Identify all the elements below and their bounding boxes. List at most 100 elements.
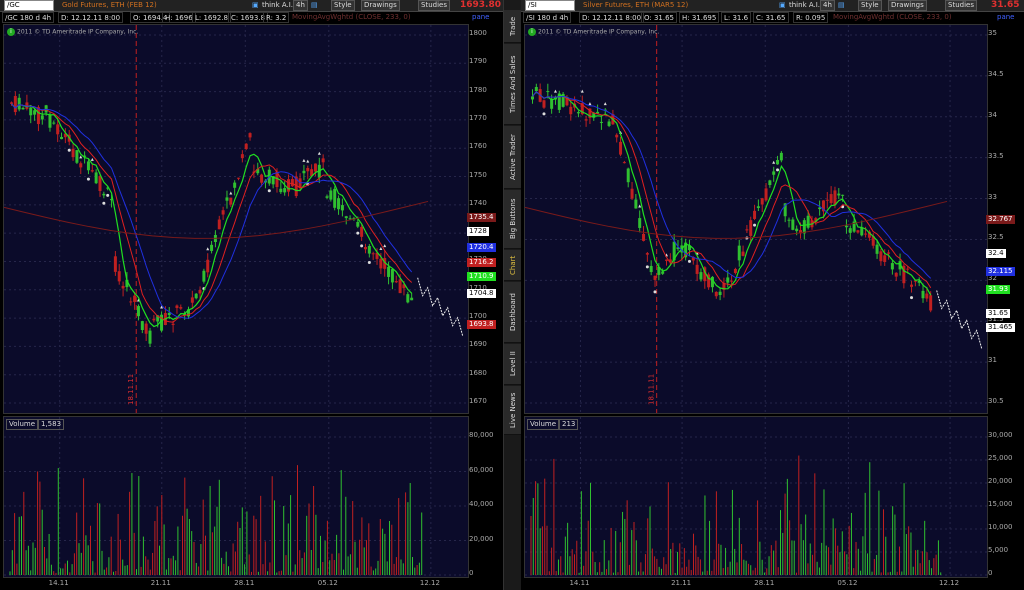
candle bbox=[825, 199, 829, 201]
candle bbox=[75, 150, 79, 163]
gold-price-chart[interactable]: 18.11.11 i 2011 © TD Ameritrade IP Compan… bbox=[3, 24, 469, 414]
side-tab-big-buttons[interactable]: Big Buttons bbox=[504, 190, 522, 249]
silver-pane-label[interactable]: pane bbox=[995, 12, 1016, 21]
candle bbox=[190, 297, 194, 303]
candle bbox=[906, 268, 910, 270]
silver-volume-chart[interactable]: Volume 213 bbox=[524, 416, 988, 578]
gold-study-label: MovingAvgWghtd (CLOSE, 233, 0) bbox=[292, 13, 411, 21]
candle bbox=[829, 194, 833, 204]
silver-style-button[interactable]: Style bbox=[858, 0, 882, 11]
side-tab-dashboard[interactable]: Dashboard bbox=[504, 282, 522, 343]
green-info-icon: i bbox=[528, 28, 536, 36]
gold-instrument-name: Gold Futures, ETH (FEB 12) bbox=[62, 1, 157, 9]
volume-tick-label: 15,000 bbox=[988, 500, 1013, 508]
gold-volume-value: 1,583 bbox=[38, 419, 65, 430]
candle bbox=[136, 306, 140, 317]
silver-drawings-button[interactable]: Drawings bbox=[888, 0, 927, 11]
gold-studies-button[interactable]: Studies bbox=[418, 0, 450, 11]
swing-low-dot bbox=[267, 189, 271, 193]
gold-timeframe-button[interactable]: 4h bbox=[293, 0, 308, 11]
date-tick-label: 28.11 bbox=[754, 579, 775, 587]
candle bbox=[283, 188, 287, 193]
candle bbox=[768, 180, 772, 186]
red-moving-average bbox=[11, 103, 413, 323]
chart-type-icon[interactable]: ▤ bbox=[838, 0, 845, 11]
gold-toolbar: /GC Gold Futures, ETH (FEB 12) ▣ think A… bbox=[0, 0, 503, 12]
gold-pane-label[interactable]: pane bbox=[470, 12, 491, 21]
swing-high-arrow bbox=[772, 160, 776, 164]
candle bbox=[806, 215, 810, 228]
candle bbox=[306, 167, 310, 172]
silver-info-bar: /SI 180 d 4h D: 12.12.11 8:00 O: 31.65 H… bbox=[521, 12, 1024, 23]
side-tab-active-trader[interactable]: Active Trader bbox=[504, 126, 522, 189]
candle bbox=[856, 230, 860, 233]
price-tick-label: 1760 bbox=[469, 142, 487, 151]
volume-tick-label: 60,000 bbox=[469, 465, 494, 474]
gold-volume-axis: 80,000 60,000 40,000 20,000 0 bbox=[467, 416, 503, 577]
gold-price-axis: 1800179017801770176017501740173017201710… bbox=[467, 24, 503, 412]
side-tab-chart[interactable]: Chart bbox=[504, 250, 522, 281]
candle bbox=[887, 252, 891, 254]
candle bbox=[665, 259, 668, 261]
gold-chart-panel: /GC Gold Futures, ETH (FEB 12) ▣ think A… bbox=[0, 0, 503, 590]
gold-style-button[interactable]: Style bbox=[331, 0, 355, 11]
candle bbox=[714, 291, 718, 297]
candle bbox=[645, 253, 649, 255]
think-ai-button[interactable]: think A.I. bbox=[789, 0, 820, 11]
side-tab-live-news[interactable]: Live News bbox=[504, 386, 522, 435]
side-tab-level-ii[interactable]: Level II bbox=[504, 344, 522, 385]
candle bbox=[910, 284, 914, 287]
price-tag: 31.465 bbox=[986, 323, 1015, 332]
ai-icon[interactable]: ▣ bbox=[252, 0, 259, 11]
swing-high-arrow bbox=[379, 247, 383, 251]
silver-studies-button[interactable]: Studies bbox=[945, 0, 977, 11]
candle bbox=[753, 210, 757, 219]
candle bbox=[117, 271, 121, 282]
candle bbox=[237, 177, 241, 179]
date-tick-label: 05.12 bbox=[837, 579, 858, 587]
candle bbox=[194, 293, 198, 299]
silver-price-chart[interactable]: 18.11.11 i 2011 © TD Ameritrade IP Compan… bbox=[524, 24, 988, 414]
gold-symbol-input[interactable]: /GC bbox=[4, 0, 54, 11]
candle bbox=[71, 148, 75, 158]
candle bbox=[860, 227, 864, 236]
gold-low: L: 1692.8 bbox=[192, 12, 231, 23]
think-ai-button[interactable]: think A.I. bbox=[262, 0, 293, 11]
candle bbox=[129, 301, 133, 303]
candle bbox=[367, 246, 371, 254]
gold-drawings-button[interactable]: Drawings bbox=[361, 0, 400, 11]
silver-timeframe-button[interactable]: 4h bbox=[820, 0, 835, 11]
swing-low-dot bbox=[360, 244, 364, 248]
gold-volume-chart[interactable]: Volume 1,583 bbox=[3, 416, 469, 578]
candle bbox=[86, 161, 90, 171]
candle bbox=[630, 188, 634, 199]
silver-last-price: 31.65 bbox=[991, 0, 1020, 10]
candle bbox=[848, 228, 852, 233]
candle bbox=[337, 198, 341, 210]
candle bbox=[98, 176, 102, 192]
chart-type-icon[interactable]: ▤ bbox=[311, 0, 318, 11]
silver-open: O: 31.65 bbox=[641, 12, 678, 23]
candle bbox=[619, 141, 623, 155]
swing-high-arrow bbox=[90, 157, 94, 161]
volume-tick-label: 40,000 bbox=[469, 500, 494, 508]
green-moving-average bbox=[11, 103, 413, 328]
silver-symbol-input[interactable]: /SI bbox=[525, 0, 575, 11]
date-tick-label: 21.11 bbox=[671, 579, 692, 587]
side-tab-trade[interactable]: Trade bbox=[504, 10, 522, 43]
candle bbox=[379, 258, 383, 269]
volume-tick-label: 80,000 bbox=[469, 431, 494, 439]
ai-icon[interactable]: ▣ bbox=[779, 0, 786, 11]
candle bbox=[787, 219, 791, 221]
silver-interval: /SI 180 d 4h bbox=[523, 12, 572, 23]
gold-last-price: 1693.80 bbox=[460, 0, 501, 10]
candle bbox=[260, 174, 264, 183]
swing-high-arrow bbox=[317, 151, 321, 155]
swing-high-arrow bbox=[383, 244, 387, 248]
price-tick-label: 30.5 bbox=[988, 397, 1004, 405]
candle bbox=[394, 281, 398, 283]
side-tab-times-and-sales[interactable]: Times And Sales bbox=[504, 44, 522, 125]
silver-price-plot: 18.11.11 bbox=[525, 25, 987, 413]
price-tick-label: 1790 bbox=[469, 57, 487, 66]
candle bbox=[121, 285, 125, 289]
